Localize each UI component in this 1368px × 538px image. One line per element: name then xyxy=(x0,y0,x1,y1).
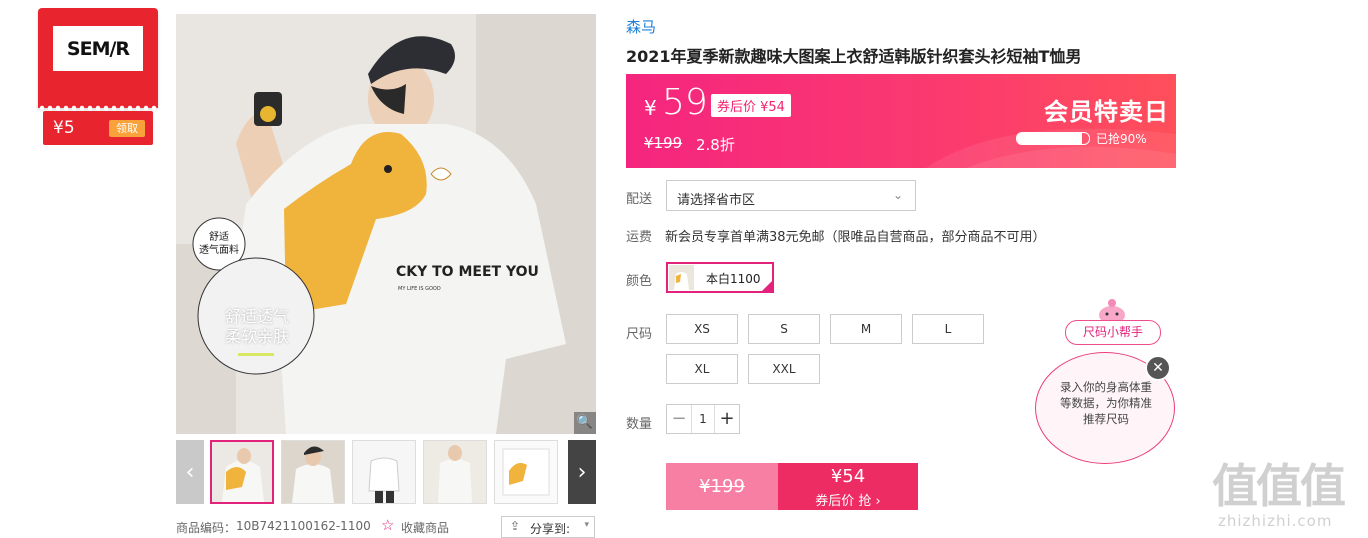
product-code-label: 商品编码： xyxy=(176,521,237,535)
size-option-xs[interactable]: XS xyxy=(666,314,738,344)
quantity-decrease-button[interactable]: − xyxy=(667,405,692,433)
region-select-value: 请选择省市区 xyxy=(677,193,756,208)
shirt-print-subtext: MY LIFE IS GOOD xyxy=(398,286,441,292)
size-option-xl[interactable]: XL xyxy=(666,354,738,384)
quantity-input[interactable]: 1 xyxy=(691,405,715,433)
coupon-claim-button[interactable]: 领取 xyxy=(109,120,145,137)
product-title: 2021年夏季新款趣味大图案上衣舒适韩版针织套头衫短袖T恤男 xyxy=(626,47,1082,66)
size-option-m[interactable]: M xyxy=(830,314,902,344)
quantity-stepper: − 1 + xyxy=(666,404,740,434)
chevron-down-icon: ⌄ xyxy=(892,188,903,202)
coupon-body: ¥5 领取 xyxy=(43,111,153,145)
size-option-s[interactable]: S xyxy=(748,314,820,344)
coupon-header: SEM/R xyxy=(38,8,158,111)
price-currency: ¥ xyxy=(644,96,657,120)
buy-coupon-price: ¥54 xyxy=(830,466,866,487)
fabric-badge-top: 舒适 xyxy=(209,232,229,243)
discount-rate: 2.8折 xyxy=(696,136,735,154)
gallery-meta-row: 商品编码： 10B7421100162-1100 ☆ 收藏商品 ⇪ 分享到: ▾ xyxy=(176,516,596,538)
color-label: 颜色 xyxy=(626,274,653,289)
watermark-chars: 值值值 xyxy=(1212,459,1346,513)
thumb-next-icon[interactable]: › xyxy=(568,440,596,504)
size-label: 尺码 xyxy=(626,327,653,342)
thumb-prev-icon[interactable]: ‹ xyxy=(176,440,204,504)
region-select[interactable]: 请选择省市区 ⌄ xyxy=(666,180,916,211)
site-watermark: 值值值 zhizhizhi.com xyxy=(1212,450,1362,530)
coupon-amount: ¥5 xyxy=(53,118,75,138)
close-icon[interactable]: ✕ xyxy=(1145,355,1171,381)
share-label: 分享到: xyxy=(530,522,571,536)
original-price: ¥199 xyxy=(644,134,683,152)
size-option-l[interactable]: L xyxy=(912,314,984,344)
size-option-xxl[interactable]: XXL xyxy=(748,354,820,384)
buy-original-price-button[interactable]: ¥199 xyxy=(666,463,778,510)
shipping-info: 新会员专享首单满38元免邮（限唯品自营商品，部分商品不可用） xyxy=(665,230,1046,245)
size-helper-tag[interactable]: 尺码小帮手 xyxy=(1065,320,1161,345)
color-swatch-image xyxy=(669,265,694,290)
coupon-price-badge: 券后价 ¥54 xyxy=(711,94,791,117)
sold-progress-bar xyxy=(1016,132,1090,145)
sold-progress-fill xyxy=(1017,133,1082,144)
favorite-link[interactable]: 收藏商品 xyxy=(401,519,449,536)
thumbnail-item[interactable] xyxy=(494,440,558,504)
thumbnail-strip: ‹ › xyxy=(176,440,596,504)
sale-price: 59 xyxy=(662,82,708,123)
shirt-print-text: CKY TO MEET YOU xyxy=(396,264,539,280)
buy-with-coupon-button[interactable]: ¥54 券后价 抢 › xyxy=(778,463,918,510)
size-helper-text: 录入你的身高体重等数据，为你精准推荐尺码 xyxy=(1060,380,1152,426)
chevron-down-icon: ▾ xyxy=(584,520,589,530)
delivery-label: 配送 xyxy=(626,192,653,207)
price-panel: ¥ 59 券后价 ¥54 ¥199 2.8折 会员特卖日 已抢90% xyxy=(626,74,1176,168)
brand-logo: SEM/R xyxy=(53,26,143,71)
feature-circle-text: 舒适透气 柔软亲肤 xyxy=(224,307,289,346)
zoom-icon[interactable]: 🔍 xyxy=(574,412,596,434)
quantity-increase-button[interactable]: + xyxy=(714,405,739,433)
product-code: 10B7421100162-1100 xyxy=(236,519,371,533)
product-photo: CKY TO MEET YOU MY LIFE IS GOOD xyxy=(176,14,596,434)
share-button[interactable]: ⇪ 分享到: ▾ xyxy=(501,516,595,538)
color-option-selected[interactable]: 本白1100 xyxy=(666,262,774,293)
thumbnail-item[interactable] xyxy=(281,440,345,504)
watermark-url: zhizhizhi.com xyxy=(1218,512,1333,530)
shipping-label: 运费 xyxy=(626,230,653,245)
fabric-badge-bottom: 透气面料 xyxy=(199,245,239,256)
fabric-badge: 舒适 透气面料 xyxy=(193,231,245,257)
main-product-image[interactable]: CKY TO MEET YOU MY LIFE IS GOOD 舒适 透气面料 … xyxy=(176,14,596,434)
thumbnail-item[interactable] xyxy=(352,440,416,504)
thumbnail-item[interactable] xyxy=(423,440,487,504)
buy-coupon-label: 券后价 抢 › xyxy=(815,494,881,509)
star-icon[interactable]: ☆ xyxy=(381,516,394,534)
thumbnail-item[interactable] xyxy=(210,440,274,504)
color-option-label: 本白1100 xyxy=(706,272,761,286)
brand-link[interactable]: 森马 xyxy=(626,16,656,37)
selected-check-icon xyxy=(760,279,774,293)
store-coupon[interactable]: SEM/R ¥5 领取 xyxy=(38,8,158,145)
sold-percent: 已抢90% xyxy=(1096,132,1147,146)
event-title: 会员特卖日 xyxy=(1044,98,1169,126)
quantity-label: 数量 xyxy=(626,417,653,432)
share-icon: ⇪ xyxy=(510,519,521,533)
